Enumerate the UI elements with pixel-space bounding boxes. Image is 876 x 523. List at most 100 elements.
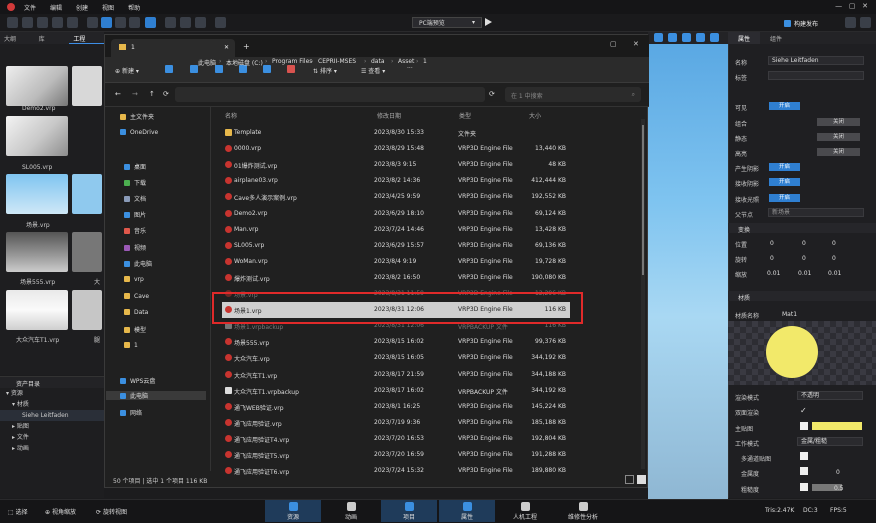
breadcrumb-item[interactable]: CEPRII-MSES bbox=[318, 58, 356, 65]
file-row[interactable]: airplane03.vrp 2023/8/2 14:36 VRP3D Engine… bbox=[222, 173, 570, 189]
nav-item[interactable]: 桌面 bbox=[124, 162, 146, 171]
file-row[interactable]: 01爆炸测试.vrp 2023/8/3 9:15 VRP3D Engine File… bbox=[222, 157, 570, 173]
material-section[interactable]: 材质 bbox=[728, 291, 876, 302]
select-tool[interactable]: ⬚ 选择 bbox=[8, 507, 28, 516]
nav-item[interactable]: Cave bbox=[124, 293, 149, 300]
tab-components[interactable]: 组件 bbox=[760, 32, 792, 44]
tab-animation[interactable]: 动画 bbox=[323, 500, 379, 522]
breadcrumb-item[interactable]: Asset bbox=[398, 58, 414, 65]
scale-x[interactable]: 0.01 bbox=[767, 270, 780, 277]
file-row[interactable]: 通飞应用验证T6.vrp 2023/7/24 15:32 VRP3D Engine … bbox=[222, 463, 570, 479]
render-mode-select[interactable]: 不透明 bbox=[797, 391, 863, 400]
nav-item[interactable]: 视频 bbox=[124, 243, 146, 252]
tree-item-resources[interactable]: ▾ 资源 bbox=[0, 388, 104, 399]
file-row[interactable]: 通飞应用验证T4.vrp 2023/7/20 16:53 VRP3D Engine … bbox=[222, 431, 570, 447]
file-row[interactable]: 通飞应用验证T5.vrp 2023/7/20 16:59 VRP3D Engine … bbox=[222, 447, 570, 463]
breadcrumb-item[interactable]: 此电脑 bbox=[198, 58, 216, 67]
tab-project-bottom[interactable]: 项目 bbox=[381, 500, 437, 522]
file-row[interactable]: 大众汽车.vrp 2023/8/15 16:05 VRP3D Engine File… bbox=[222, 350, 570, 366]
up-icon[interactable]: ↑ bbox=[149, 90, 155, 98]
cast-shadow-toggle[interactable]: 开启 bbox=[769, 163, 800, 171]
new-button[interactable]: ⊕ 新建 ▾ bbox=[115, 66, 139, 75]
undo-icon[interactable] bbox=[52, 17, 63, 28]
copy-icon[interactable] bbox=[190, 65, 198, 73]
file-row[interactable]: Cave多人演示案例.vrp 2023/4/25 9:59 VRP3D Engine… bbox=[222, 189, 570, 205]
position-y[interactable]: 0 bbox=[802, 240, 806, 247]
asset-thumb[interactable] bbox=[72, 66, 102, 106]
nav-item[interactable]: 此电脑 bbox=[106, 391, 206, 400]
asset-thumb[interactable] bbox=[72, 174, 102, 214]
close-tab-icon[interactable]: ✕ bbox=[224, 44, 229, 51]
file-row[interactable]: Template 2023/8/30 15:33 文件夹 bbox=[222, 125, 570, 141]
address-input[interactable] bbox=[175, 87, 485, 102]
file-row[interactable]: 大众汽车T1.vrp 2023/8/17 21:59 VRP3D Engine Fi… bbox=[222, 367, 570, 383]
metal-value[interactable]: 0 bbox=[836, 469, 840, 476]
position-z[interactable]: 0 bbox=[832, 240, 836, 247]
main-color-swatch[interactable] bbox=[812, 422, 862, 430]
view-icon[interactable] bbox=[654, 33, 663, 42]
double-side-checkbox[interactable]: ✓ bbox=[800, 406, 807, 415]
nav-item[interactable]: 网络 bbox=[120, 408, 142, 417]
rough-value[interactable]: 0.5 bbox=[834, 485, 844, 492]
texture-slot-icon[interactable] bbox=[800, 422, 808, 430]
light-icon[interactable] bbox=[668, 33, 677, 42]
orbit-tool[interactable]: ⟳ 旋转视图 bbox=[96, 507, 127, 516]
breadcrumb-item[interactable]: 本地磁盘 (C:) bbox=[226, 58, 263, 67]
refresh-address-icon[interactable]: ⟳ bbox=[489, 90, 495, 98]
asset-thumb[interactable] bbox=[72, 232, 102, 272]
new-tab-button[interactable]: + bbox=[243, 42, 250, 51]
new-icon[interactable] bbox=[7, 17, 18, 28]
window-controls[interactable]: — ▢ ✕ bbox=[835, 2, 868, 10]
more-button[interactable]: ··· bbox=[407, 65, 413, 72]
nav-item[interactable]: 主文件夹 bbox=[120, 112, 154, 121]
rotation-x[interactable]: 0 bbox=[770, 255, 774, 262]
scale-icon[interactable] bbox=[129, 17, 140, 28]
menu-file[interactable]: 文件 bbox=[24, 3, 36, 12]
snap-icon[interactable] bbox=[145, 17, 156, 28]
platform-select[interactable]: PC端预览 ▾ bbox=[412, 17, 482, 28]
nav-item[interactable]: OneDrive bbox=[120, 129, 158, 136]
nav-item[interactable]: 图片 bbox=[124, 210, 146, 219]
menu-help[interactable]: 帮助 bbox=[128, 3, 140, 12]
rotate-icon[interactable] bbox=[115, 17, 126, 28]
tab-maintainability[interactable]: 维修性分析 bbox=[555, 500, 611, 522]
asset-thumb[interactable] bbox=[72, 290, 102, 330]
maximize-icon[interactable]: ▢ bbox=[610, 40, 617, 48]
tree-item-materials[interactable]: ▾ 材质 bbox=[0, 399, 104, 410]
tab-library[interactable]: 库 bbox=[35, 32, 70, 44]
breadcrumb-item[interactable]: 1 bbox=[423, 58, 427, 65]
zoom-tool[interactable]: ⊕ 视角缩放 bbox=[45, 507, 76, 516]
close-window-icon[interactable]: ✕ bbox=[633, 40, 639, 48]
file-row[interactable]: WoMan.vrp 2023/8/4 9:19 VRP3D Engine File 1… bbox=[222, 254, 570, 270]
grid-icon[interactable] bbox=[165, 17, 176, 28]
position-x[interactable]: 0 bbox=[770, 240, 774, 247]
name-input[interactable]: Siehe Leitfaden bbox=[768, 56, 864, 65]
group-toggle[interactable]: 关闭 bbox=[817, 118, 860, 126]
tree-item-files[interactable]: ▸ 文件 bbox=[0, 432, 104, 443]
publish-button[interactable]: 构建发布 bbox=[784, 17, 830, 29]
asset-thumb-scene[interactable] bbox=[6, 174, 68, 214]
file-row[interactable]: 通飞应用验证.vrp 2023/7/19 9:36 VRP3D Engine Fil… bbox=[222, 415, 570, 431]
redo-icon[interactable] bbox=[67, 17, 78, 28]
nav-item[interactable]: 模型 bbox=[124, 325, 146, 334]
col-size[interactable]: 大小 bbox=[529, 111, 541, 120]
move-icon[interactable] bbox=[101, 17, 112, 28]
nav-item[interactable]: 1 bbox=[124, 342, 138, 349]
camera-icon[interactable] bbox=[195, 17, 206, 28]
play-icon[interactable] bbox=[485, 18, 492, 26]
back-icon[interactable]: ← bbox=[115, 90, 121, 98]
paste-icon[interactable] bbox=[215, 65, 223, 73]
select-icon[interactable] bbox=[87, 17, 98, 28]
delete-icon[interactable] bbox=[287, 65, 295, 73]
file-row[interactable]: 0000.vrp 2023/8/29 15:48 VRP3D Engine File… bbox=[222, 141, 570, 157]
nav-item[interactable]: Data bbox=[124, 309, 148, 316]
tab-outline[interactable]: 大纲 bbox=[0, 32, 35, 44]
static-toggle[interactable]: 关闭 bbox=[817, 133, 860, 141]
file-row[interactable]: Man.vrp 2023/7/24 14:46 VRP3D Engine File 1… bbox=[222, 222, 570, 238]
file-list-scroll-thumb[interactable] bbox=[642, 125, 644, 275]
tab-properties[interactable]: 属性 bbox=[728, 32, 761, 44]
breadcrumb-item[interactable]: Program Files bbox=[272, 58, 312, 65]
menu-edit[interactable]: 编辑 bbox=[50, 3, 62, 12]
nav-item[interactable]: 文档 bbox=[124, 194, 146, 203]
col-type[interactable]: 类型 bbox=[459, 111, 471, 120]
